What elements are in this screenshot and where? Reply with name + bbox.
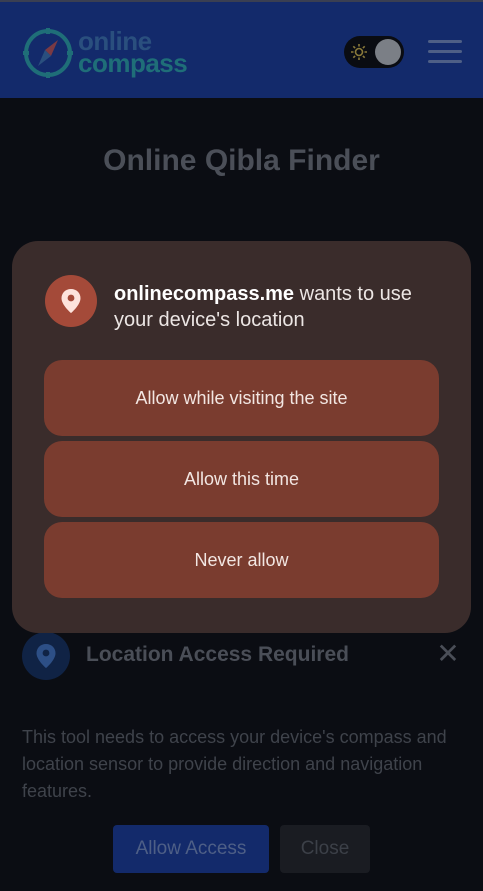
site-header: online compass — [0, 0, 483, 98]
close-button[interactable]: Close — [280, 825, 370, 873]
location-permission-dialog: onlinecompass.me wants to use your devic… — [12, 241, 471, 633]
location-pin-icon — [45, 275, 97, 327]
allow-access-button[interactable]: Allow Access — [113, 825, 269, 873]
dialog-message: onlinecompass.me wants to use your devic… — [114, 281, 444, 333]
theme-toggle[interactable] — [344, 36, 404, 68]
toggle-knob — [375, 39, 401, 65]
allow-this-time-button[interactable]: Allow this time — [44, 441, 439, 517]
close-icon[interactable]: ✕ — [436, 640, 460, 668]
hamburger-menu-icon[interactable] — [428, 40, 462, 66]
never-allow-button[interactable]: Never allow — [44, 522, 439, 598]
page-title: Online Qibla Finder — [103, 144, 380, 177]
logo-wordmark: online compass — [78, 28, 188, 78]
dialog-site-name: onlinecompass.me — [114, 283, 295, 305]
location-pin-icon — [22, 632, 70, 680]
sun-icon — [351, 44, 367, 60]
site-logo[interactable]: online compass — [22, 24, 188, 82]
location-required-description: This tool needs to access your device's … — [22, 727, 447, 801]
location-required-title: Location Access Required — [86, 643, 349, 666]
logo-line-compass: compass — [78, 48, 188, 78]
allow-while-visiting-button[interactable]: Allow while visiting the site — [44, 360, 439, 436]
compass-logo-icon — [23, 28, 73, 78]
